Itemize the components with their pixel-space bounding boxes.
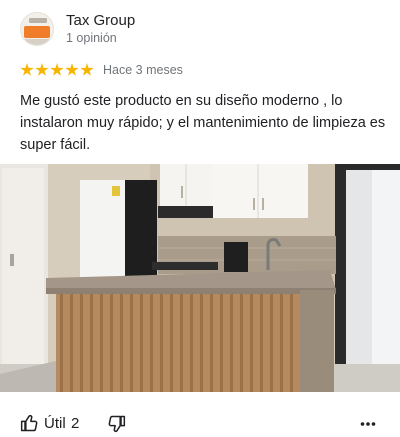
star-icon [20, 63, 34, 76]
review-time: Hace 3 meses [103, 63, 183, 77]
star-icon [50, 63, 64, 76]
star-icon [80, 63, 94, 76]
more-horizontal-icon[interactable] [360, 417, 376, 431]
rating-row: Hace 3 meses [20, 61, 183, 79]
reviewer-review-count: 1 opinión [66, 31, 117, 45]
like-button-label[interactable]: Útil [44, 415, 66, 432]
reviewer-avatar[interactable] [20, 12, 54, 46]
review-photo[interactable] [0, 164, 400, 392]
review-header: Tax Group 1 opinión [20, 10, 390, 48]
review-text: Me gustó este producto en su diseño mode… [20, 93, 386, 153]
star-icon [35, 63, 49, 76]
kitchen-photo-image [0, 164, 400, 392]
star-rating [20, 63, 95, 77]
thumbs-up-icon[interactable] [20, 413, 40, 433]
star-icon [65, 63, 79, 76]
review-actions: Útil 2 [20, 412, 390, 434]
thumbs-down-icon[interactable] [106, 414, 126, 434]
reviewer-name[interactable]: Tax Group [66, 12, 135, 29]
like-count: 2 [71, 415, 80, 432]
